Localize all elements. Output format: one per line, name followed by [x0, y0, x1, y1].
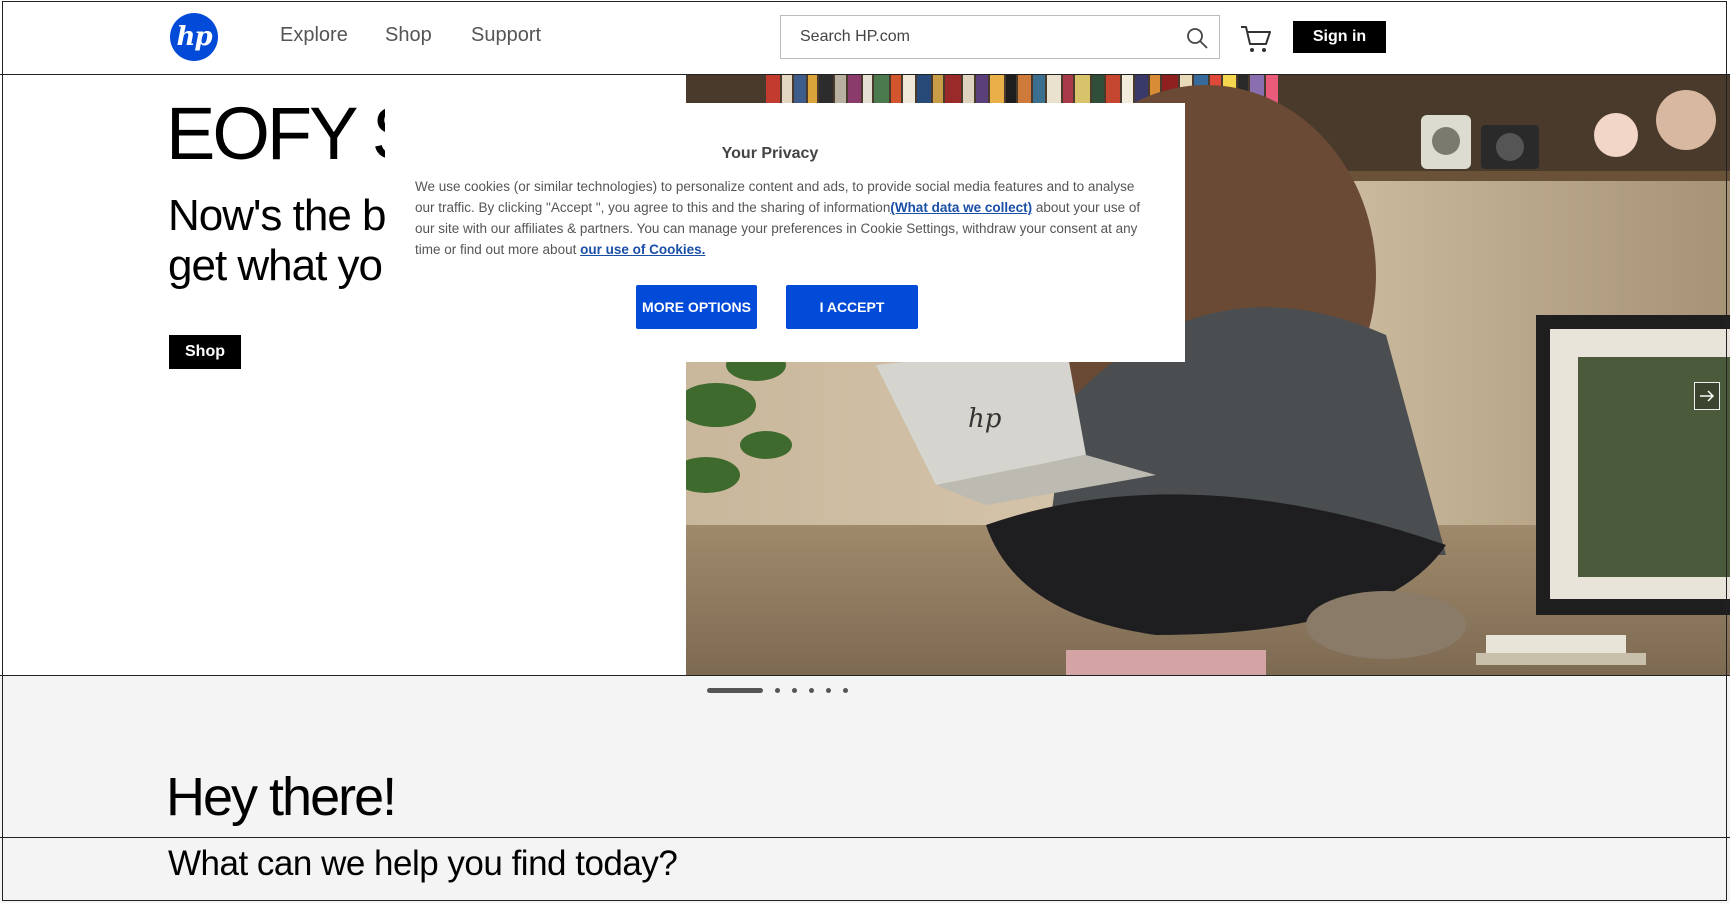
carousel-dot-4[interactable] — [809, 687, 814, 693]
carousel-dot-1[interactable] — [707, 687, 763, 693]
cookie-dialog-title: Your Privacy — [721, 145, 819, 162]
carousel-dots — [707, 687, 860, 693]
nav-support[interactable]: Support — [471, 24, 541, 47]
nav-shop[interactable]: Shop — [385, 24, 432, 47]
carousel-dot-6[interactable] — [843, 687, 848, 693]
cookie-consent-dialog: Your Privacy We use cookies (or similar … — [385, 103, 1185, 362]
carousel-dot-5[interactable] — [826, 687, 831, 693]
divider — [0, 837, 1730, 838]
hp-logo-text: hp — [176, 22, 212, 52]
cookie-policy-link[interactable]: our use of Cookies. — [580, 242, 705, 257]
arrow-right-icon — [1700, 390, 1715, 402]
hero-subtitle-line1: Now's the b — [168, 191, 387, 240]
carousel-dot-3[interactable] — [792, 687, 797, 693]
hero-title: EOFY S — [166, 92, 421, 175]
search-box — [780, 15, 1220, 59]
hp-logo[interactable]: hp — [170, 13, 218, 61]
carousel-next-button[interactable] — [1694, 382, 1720, 410]
carousel-dot-2[interactable] — [775, 687, 780, 693]
nav-explore[interactable]: Explore — [280, 24, 348, 47]
cart-icon[interactable] — [1240, 24, 1272, 54]
site-header: hp Explore Shop Support Sign in — [0, 0, 1730, 75]
svg-text:hp: hp — [968, 404, 1002, 434]
sign-in-button[interactable]: Sign in — [1293, 21, 1386, 53]
more-options-button[interactable]: MORE OPTIONS — [636, 285, 757, 329]
help-heading: What can we help you find today? — [168, 844, 678, 883]
lower-section: Hey there! What can we help you find tod… — [0, 675, 1730, 903]
greeting-heading: Hey there! — [166, 767, 397, 827]
search-input[interactable] — [781, 16, 1171, 58]
accept-cookies-button[interactable]: I ACCEPT — [786, 285, 918, 329]
cookie-dialog-text: We use cookies (or similar technologies)… — [415, 176, 1155, 260]
search-icon[interactable] — [1185, 26, 1209, 50]
what-data-we-collect-link[interactable]: (What data we collect) — [890, 200, 1032, 215]
hero-subtitle: Now's the b get what yo — [168, 191, 387, 291]
hero-shop-button[interactable]: Shop — [169, 335, 241, 369]
hero-subtitle-line2: get what yo — [168, 241, 383, 290]
